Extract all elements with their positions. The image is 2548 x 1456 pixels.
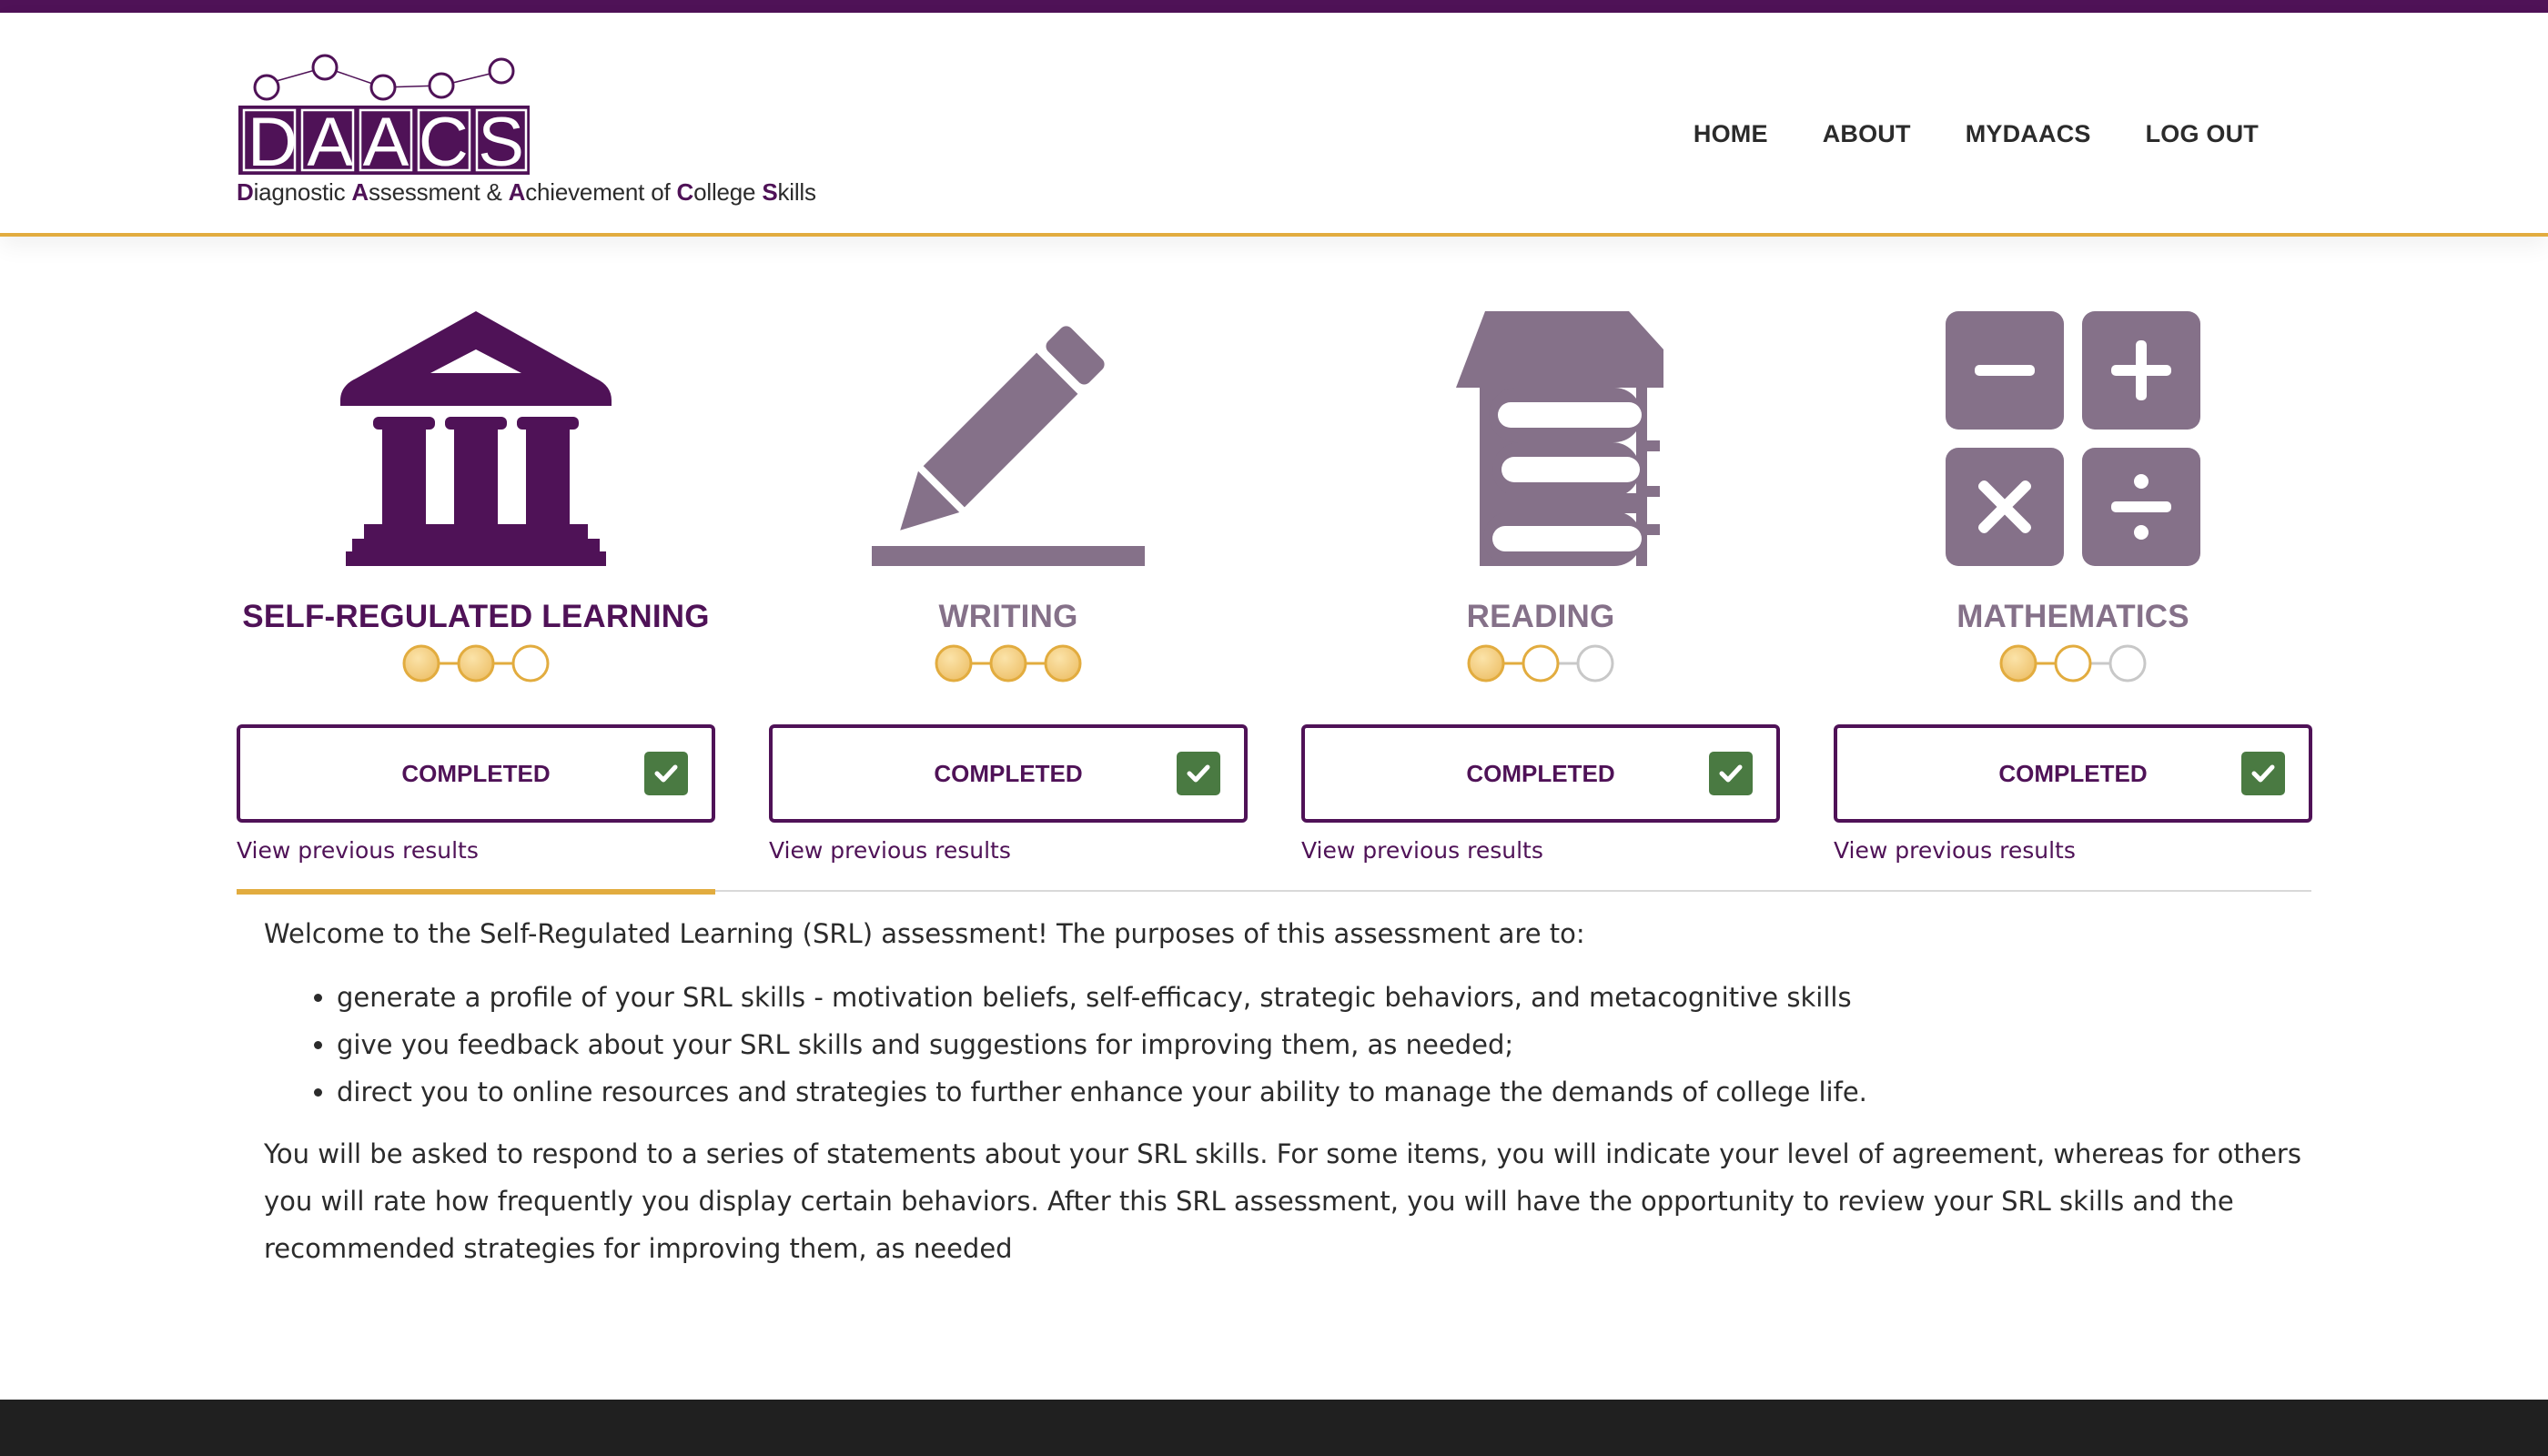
- view-previous-results-link[interactable]: View previous results: [769, 837, 1011, 864]
- instructions-paragraph: You will be asked to respond to a series…: [264, 1138, 2301, 1264]
- card-mathematics[interactable]: MATHEMATICS COMPLETED View previous resu…: [1834, 302, 2312, 866]
- tagline-segment: iagnostic: [253, 178, 352, 206]
- progress-dots: [935, 644, 1082, 682]
- view-previous-results-link[interactable]: View previous results: [1834, 837, 2076, 864]
- completed-status-button[interactable]: COMPLETED: [237, 724, 715, 823]
- tagline-segment: C: [676, 178, 694, 206]
- tagline-segment: chievement of: [525, 178, 677, 206]
- pencil-icon: [872, 326, 1145, 566]
- tagline-segment: kills: [777, 178, 816, 206]
- status-label: COMPLETED: [934, 760, 1083, 787]
- card-title: READING: [1466, 599, 1615, 634]
- institution-icon: [340, 311, 612, 566]
- tagline-segment: ollege: [693, 178, 763, 206]
- card-title: WRITING: [938, 599, 1078, 634]
- tagline-segment: D: [237, 178, 254, 206]
- card-title: MATHEMATICS: [1956, 599, 2189, 634]
- progress-dot: [2054, 644, 2092, 682]
- logo-wordmark: DAACS: [248, 104, 524, 175]
- progress-dot: [457, 644, 495, 682]
- top-accent-bar: [0, 0, 2548, 13]
- tagline-segment: A: [351, 178, 369, 206]
- logo-graphic: DAACS: [238, 54, 530, 181]
- purpose-item: give you feedback about your SRL skills …: [337, 1021, 2302, 1068]
- completed-status-button[interactable]: COMPLETED: [1834, 724, 2312, 823]
- progress-dot: [1522, 644, 1560, 682]
- tagline-segment: S: [762, 178, 778, 206]
- main-nav: HOME ABOUT MYDAACS LOG OUT: [1694, 120, 2259, 148]
- assessment-description: Welcome to the Self-Regulated Learning (…: [264, 910, 2302, 1272]
- purpose-item: generate a profile of your SRL skills - …: [337, 974, 2302, 1021]
- progress-dots: [402, 644, 550, 682]
- progress-dot: [1999, 644, 2037, 682]
- card-self-regulated-learning[interactable]: SELF-REGULATED LEARNING COMPLETED View p…: [237, 302, 715, 866]
- card-reading[interactable]: READING COMPLETED View previous results: [1301, 302, 1780, 866]
- tagline-segment: ssessment &: [369, 178, 509, 206]
- status-label: COMPLETED: [1998, 760, 2148, 787]
- progress-dot: [935, 644, 973, 682]
- daacs-logo[interactable]: DAACS Diagnostic Assessment & Achievemen…: [237, 47, 816, 211]
- nav-about[interactable]: ABOUT: [1823, 120, 1911, 148]
- card-writing[interactable]: WRITING COMPLETED View previous results: [769, 302, 1248, 866]
- active-tab-indicator: [237, 889, 715, 895]
- progress-dot: [1576, 644, 1614, 682]
- site-footer: [0, 1400, 2548, 1456]
- progress-dot: [1044, 644, 1082, 682]
- progress-dots: [1999, 644, 2147, 682]
- books-icon: [1456, 311, 1663, 566]
- nav-log-out[interactable]: LOG OUT: [2146, 120, 2259, 148]
- completed-status-button[interactable]: COMPLETED: [769, 724, 1248, 823]
- progress-dot: [402, 644, 440, 682]
- progress-dot: [2108, 644, 2147, 682]
- progress-dot: [989, 644, 1027, 682]
- nav-mydaacs[interactable]: MYDAACS: [1966, 120, 2091, 148]
- calculator-icon: [1946, 311, 2200, 566]
- nav-home[interactable]: HOME: [1694, 120, 1768, 148]
- checkmark-icon: [2241, 752, 2285, 795]
- view-previous-results-link[interactable]: View previous results: [237, 837, 479, 864]
- tagline-segment: A: [508, 178, 526, 206]
- purpose-item: direct you to online resources and strat…: [337, 1068, 2302, 1116]
- purpose-list: generate a profile of your SRL skills - …: [264, 974, 2302, 1116]
- progress-dots: [1467, 644, 1614, 682]
- logo-tagline: Diagnostic Assessment & Achievement of C…: [237, 178, 816, 207]
- completed-status-button[interactable]: COMPLETED: [1301, 724, 1780, 823]
- intro-paragraph: Welcome to the Self-Regulated Learning (…: [264, 918, 1585, 949]
- progress-dot: [511, 644, 550, 682]
- site-header: DAACS Diagnostic Assessment & Achievemen…: [0, 13, 2548, 237]
- view-previous-results-link[interactable]: View previous results: [1301, 837, 1543, 864]
- card-title: SELF-REGULATED LEARNING: [242, 599, 710, 634]
- progress-dot: [1467, 644, 1505, 682]
- checkmark-icon: [1709, 752, 1753, 795]
- checkmark-icon: [644, 752, 688, 795]
- assessment-cards: SELF-REGULATED LEARNING COMPLETED View p…: [237, 302, 2312, 866]
- checkmark-icon: [1177, 752, 1220, 795]
- status-label: COMPLETED: [401, 760, 551, 787]
- status-label: COMPLETED: [1466, 760, 1615, 787]
